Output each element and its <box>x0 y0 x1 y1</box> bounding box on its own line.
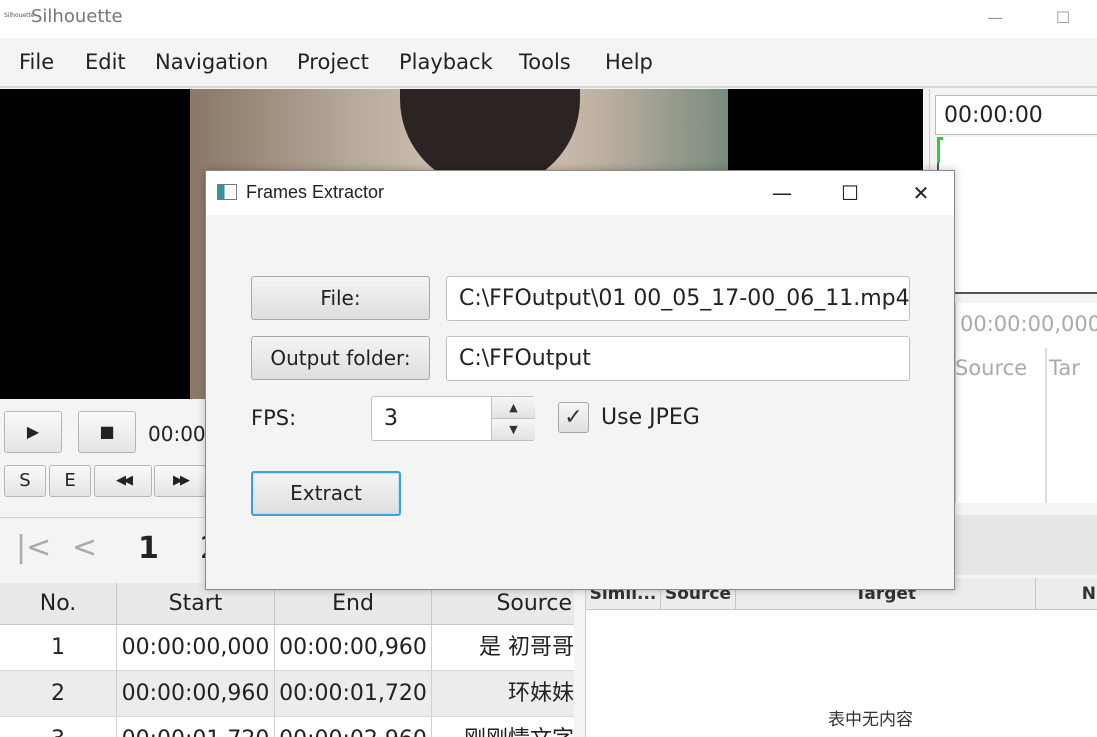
cell-no: 1 <box>0 625 117 671</box>
match-toolbar <box>955 515 1097 575</box>
column-header-no[interactable]: No. <box>0 583 117 625</box>
dialog-title-bar[interactable]: Frames Extractor — ☐ ✕ <box>206 171 954 215</box>
cell-start: 00:00:00,000 <box>117 625 275 671</box>
cell-end: 00:00:01,720 <box>275 671 432 717</box>
empty-table-message: 表中无内容 <box>828 710 913 730</box>
current-time-label: 00:00 <box>148 422 206 446</box>
subtitle-table: No. Start End Source 1 00:00:00,000 00:0… <box>0 583 574 737</box>
menu-bar: File Edit Navigation Project Playback To… <box>0 38 1097 88</box>
current-page-number[interactable]: 1 <box>138 531 159 566</box>
title-bar: Silhouette Silhouette — ☐ <box>0 0 1097 38</box>
column-header-n[interactable]: N <box>1036 578 1097 610</box>
set-start-button[interactable]: S <box>4 465 46 497</box>
menu-tools[interactable]: Tools <box>519 50 571 74</box>
dialog-close-button[interactable]: ✕ <box>901 177 941 209</box>
app-logo-icon: Silhouette <box>4 12 35 19</box>
use-jpeg-checkbox[interactable]: ✓ <box>558 402 589 433</box>
menu-navigation[interactable]: Navigation <box>155 50 268 74</box>
menu-help[interactable]: Help <box>605 50 653 74</box>
first-page-icon[interactable]: |< <box>16 530 51 565</box>
cell-source: 是 初哥哥 <box>432 625 574 671</box>
prev-page-icon[interactable]: < <box>72 530 97 565</box>
frames-extractor-dialog: Frames Extractor — ☐ ✕ File: C:\FFOutput… <box>205 170 955 590</box>
subtitle-target-header: Tar <box>1049 356 1080 380</box>
use-jpeg-label[interactable]: Use JPEG <box>601 405 700 430</box>
set-end-button[interactable]: E <box>49 465 91 497</box>
dialog-maximize-button[interactable]: ☐ <box>830 177 870 209</box>
fps-label: FPS: <box>251 406 297 430</box>
subtitle-time-field[interactable]: 00:00:00,000 <box>960 312 1097 336</box>
stop-button[interactable]: ■ <box>78 411 136 453</box>
cell-source: 环妹妹 <box>432 671 574 717</box>
cell-no: 3 <box>0 717 117 737</box>
waveform-view[interactable] <box>937 137 1097 294</box>
minimize-button[interactable]: — <box>980 4 1010 32</box>
menu-project[interactable]: Project <box>297 50 369 74</box>
dialog-title: Frames Extractor <box>246 182 385 202</box>
playhead-marker <box>937 137 943 163</box>
file-path-field[interactable]: C:\FFOutput\01 00_05_17-00_06_11.mp4 <box>446 276 910 321</box>
dialog-minimize-button[interactable]: — <box>762 177 802 209</box>
forward-button[interactable]: ▶▶ <box>154 465 206 497</box>
fps-value: 3 <box>384 406 398 431</box>
stop-icon: ■ <box>99 422 115 441</box>
subtitle-source-header: Source <box>955 348 1047 503</box>
preview-time-field[interactable]: 00:00:00 <box>935 95 1097 135</box>
cell-end: 00:00:02,960 <box>275 717 432 737</box>
cell-start: 00:00:00,960 <box>117 671 275 717</box>
play-icon: ▶ <box>26 422 40 441</box>
spin-up-icon[interactable]: ▲ <box>491 397 535 419</box>
cell-start: 00:00:01,720 <box>117 717 275 737</box>
rewind-button[interactable]: ◀◀ <box>94 465 152 497</box>
rewind-icon: ◀◀ <box>116 473 133 488</box>
extract-button[interactable]: Extract <box>251 471 401 516</box>
dialog-app-icon <box>217 184 237 200</box>
menu-playback[interactable]: Playback <box>399 50 493 74</box>
output-folder-button[interactable]: Output folder: <box>251 336 430 380</box>
fast-forward-icon: ▶▶ <box>173 473 190 488</box>
cell-no: 2 <box>0 671 117 717</box>
menu-edit[interactable]: Edit <box>85 50 126 74</box>
cell-end: 00:00:00,960 <box>275 625 432 671</box>
output-folder-field[interactable]: C:\FFOutput <box>446 336 910 381</box>
spin-down-icon[interactable]: ▼ <box>491 419 535 440</box>
maximize-button[interactable]: ☐ <box>1048 4 1078 32</box>
cell-source: 刚刚情文字 <box>432 717 574 737</box>
app-title: Silhouette <box>31 6 123 27</box>
file-button[interactable]: File: <box>251 276 430 320</box>
menu-file[interactable]: File <box>19 50 54 74</box>
play-button[interactable]: ▶ <box>4 411 62 453</box>
